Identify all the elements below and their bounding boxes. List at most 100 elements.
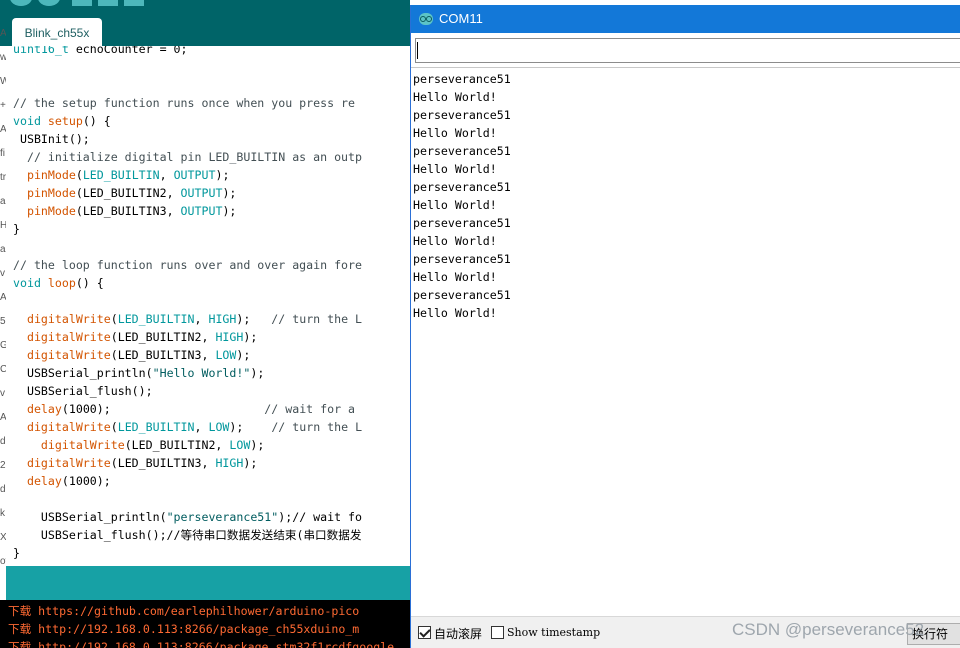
autoscroll-label[interactable]: 自动滚屏 bbox=[434, 625, 482, 642]
console-line: 下载 https://github.com/earlephilhower/ard… bbox=[8, 602, 359, 620]
code-line: USBInit(); bbox=[13, 130, 90, 148]
save-button[interactable] bbox=[124, 0, 144, 6]
console-prefix: 下载 bbox=[8, 604, 32, 618]
code-token: USBSerial_flush();//等待串口数据发送结束(串口数据发 bbox=[13, 528, 362, 542]
code-token: digitalWrite bbox=[26, 456, 111, 470]
code-token: "Hello World!" bbox=[152, 366, 251, 380]
serial-send-input[interactable] bbox=[415, 38, 960, 63]
code-token: (LED_BUILTIN2, bbox=[110, 330, 216, 344]
code-token: pinMode bbox=[26, 204, 76, 218]
code-line: digitalWrite(LED_BUILTIN, HIGH); // turn… bbox=[13, 310, 362, 328]
console-prefix: 下载 bbox=[8, 622, 32, 636]
code-token: ); bbox=[243, 330, 258, 344]
code-line: USBSerial_println("Hello World!"); bbox=[13, 364, 264, 382]
code-line: digitalWrite(LED_BUILTIN2, HIGH); bbox=[13, 328, 257, 346]
code-token: , bbox=[194, 312, 209, 326]
code-line: } bbox=[13, 220, 20, 238]
code-token: pinMode bbox=[26, 186, 76, 200]
code-token: ); bbox=[236, 348, 251, 362]
upload-button[interactable] bbox=[38, 0, 60, 6]
code-token: LOW bbox=[208, 420, 230, 434]
code-token: (LED_BUILTIN2, bbox=[124, 438, 230, 452]
console-url: http://192.168.0.113:8266/package_ch55xd… bbox=[31, 622, 360, 636]
code-token: void bbox=[13, 276, 41, 290]
serial-titlebar: COM11 bbox=[411, 5, 960, 33]
show-timestamp-checkbox[interactable] bbox=[491, 626, 504, 639]
code-token: (LED_BUILTIN3, bbox=[110, 348, 216, 362]
code-token: HIGH bbox=[208, 312, 237, 326]
serial-output-line: perseverance51 bbox=[413, 252, 511, 266]
code-line: void loop() { bbox=[13, 274, 104, 292]
code-editor[interactable]: uint16_t echoCounter = 0; // the setup fu… bbox=[6, 46, 410, 566]
code-token: digitalWrite bbox=[26, 420, 111, 434]
code-line: digitalWrite(LED_BUILTIN2, LOW); bbox=[13, 436, 264, 454]
code-token: ); bbox=[250, 366, 265, 380]
code-line: pinMode(LED_BUILTIN, OUTPUT); bbox=[13, 166, 229, 184]
autoscroll-checkbox[interactable] bbox=[418, 626, 431, 639]
code-token: () { bbox=[75, 276, 104, 290]
serial-output-line: Hello World! bbox=[413, 306, 497, 320]
code-token: HIGH bbox=[215, 330, 244, 344]
serial-output-line: Hello World! bbox=[413, 234, 497, 248]
code-token: pinMode bbox=[26, 168, 76, 182]
code-line: delay(1000); // wait for a bbox=[13, 400, 355, 418]
serial-output-line: perseverance51 bbox=[413, 108, 511, 122]
code-token: USBSerial_println( bbox=[13, 510, 167, 524]
csdn-watermark: CSDN @perseverance52 bbox=[732, 620, 925, 639]
code-token: digitalWrite bbox=[26, 330, 111, 344]
code-token: // wait for a bbox=[264, 402, 356, 416]
background-text-fragment: A bbox=[0, 28, 6, 39]
code-token: USBSerial_println( bbox=[13, 366, 153, 380]
serial-output-line: perseverance51 bbox=[413, 216, 511, 230]
code-token: delay bbox=[26, 402, 62, 416]
tab-blink-ch55x[interactable]: Blink_ch55x bbox=[12, 18, 102, 46]
console-line: 下载 http://192.168.0.113:8266/package_stm… bbox=[8, 638, 394, 648]
open-button[interactable] bbox=[98, 0, 118, 6]
code-token: ); bbox=[222, 204, 237, 218]
code-token: LED_BUILTIN bbox=[82, 168, 160, 182]
code-token: , bbox=[159, 168, 174, 182]
show-timestamp-label[interactable]: Show timestamp bbox=[507, 626, 600, 639]
code-token: (LED_BUILTIN2, bbox=[75, 186, 181, 200]
code-line: USBSerial_flush();//等待串口数据发送结束(串口数据发 bbox=[13, 526, 362, 544]
verify-button[interactable] bbox=[10, 0, 32, 6]
code-line: digitalWrite(LED_BUILTIN3, HIGH); bbox=[13, 454, 257, 472]
serial-output-area[interactable]: perseverance51 Hello World! perseverance51… bbox=[411, 67, 960, 615]
code-token: USBSerial_flush(); bbox=[13, 384, 153, 398]
code-line: // initialize digital pin LED_BUILTIN as… bbox=[13, 148, 362, 166]
text-caret bbox=[417, 42, 418, 59]
code-token: "perseverance51" bbox=[166, 510, 279, 524]
ide-status-bar bbox=[6, 566, 410, 600]
code-token: ); bbox=[236, 312, 272, 326]
serial-output-line: Hello World! bbox=[413, 90, 497, 104]
code-token: ( bbox=[110, 420, 118, 434]
code-token: OUTPUT bbox=[180, 186, 223, 200]
code-token: () { bbox=[82, 114, 111, 128]
code-token: echoCounter = 0; bbox=[68, 46, 188, 56]
code-line: // the loop function runs over and over … bbox=[13, 256, 362, 274]
code-line: void setup() { bbox=[13, 112, 111, 130]
ide-console-output: 下载 https://github.com/earlephilhower/ard… bbox=[0, 600, 410, 648]
code-token: ); bbox=[250, 438, 265, 452]
code-token: (1000); bbox=[61, 474, 111, 488]
code-token: LOW bbox=[215, 348, 237, 362]
code-line: } bbox=[13, 544, 20, 562]
new-button[interactable] bbox=[72, 0, 92, 6]
code-token: LED_BUILTIN bbox=[117, 420, 195, 434]
console-url: http://192.168.0.113:8266/package_stm32f… bbox=[31, 640, 395, 648]
code-token: OUTPUT bbox=[180, 204, 223, 218]
code-token: // the loop function runs over and over … bbox=[13, 258, 363, 272]
code-token: loop bbox=[47, 276, 76, 290]
arduino-icon bbox=[419, 13, 433, 25]
